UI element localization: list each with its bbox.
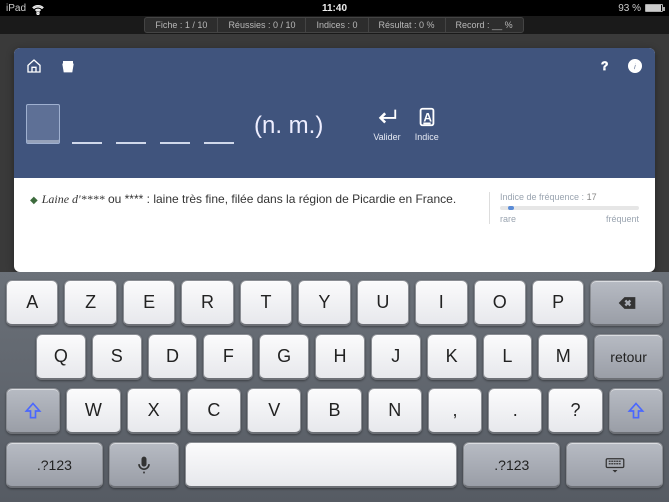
letter-tile[interactable] bbox=[26, 104, 60, 144]
key-w[interactable]: W bbox=[66, 388, 120, 434]
key-o[interactable]: O bbox=[474, 280, 526, 326]
key-a[interactable]: A bbox=[6, 280, 58, 326]
card-body: ◆ Laine d'**** ou **** : laine très fine,… bbox=[14, 178, 655, 238]
key-b[interactable]: B bbox=[307, 388, 361, 434]
validate-label: Valider bbox=[373, 132, 400, 142]
key-m[interactable]: M bbox=[538, 334, 588, 380]
key-j[interactable]: J bbox=[371, 334, 421, 380]
key-l[interactable]: L bbox=[483, 334, 533, 380]
freq-rare: rare bbox=[500, 214, 516, 224]
score-record: Record : __ % bbox=[445, 17, 524, 33]
kbd-row-3: WXCVBN,.? bbox=[6, 388, 663, 434]
letter-blank bbox=[116, 122, 146, 144]
key-k[interactable]: K bbox=[427, 334, 477, 380]
key-z[interactable]: Z bbox=[64, 280, 116, 326]
score-fiche: Fiche : 1 / 10 bbox=[144, 17, 218, 33]
shift-icon bbox=[23, 401, 43, 421]
score-reussies: Réussies : 0 / 10 bbox=[217, 17, 306, 33]
help-icon[interactable]: ? bbox=[597, 58, 613, 74]
validate-button[interactable]: Valider bbox=[373, 106, 400, 142]
kbd-row-4: .?123 .?123 bbox=[6, 442, 663, 488]
frequency-panel: Indice de fréquence : 17 rare fréquent bbox=[489, 192, 639, 224]
space-key[interactable] bbox=[185, 442, 458, 488]
def-mask: **** bbox=[125, 192, 144, 206]
freq-frequent: fréquent bbox=[606, 214, 639, 224]
svg-text:?: ? bbox=[601, 59, 608, 73]
score-indices: Indices : 0 bbox=[305, 17, 368, 33]
key-h[interactable]: H bbox=[315, 334, 365, 380]
info-icon[interactable]: i bbox=[627, 58, 643, 74]
key-y[interactable]: Y bbox=[298, 280, 350, 326]
enter-icon bbox=[376, 106, 398, 128]
key-?[interactable]: ? bbox=[548, 388, 602, 434]
shift-icon bbox=[626, 401, 646, 421]
dictation-key[interactable] bbox=[109, 442, 179, 488]
svg-text:A: A bbox=[423, 111, 432, 125]
key-.[interactable]: . bbox=[488, 388, 542, 434]
bullet-icon: ◆ bbox=[30, 195, 38, 206]
battery-pct: 93 % bbox=[618, 3, 641, 14]
deck-icon[interactable] bbox=[60, 58, 76, 74]
key-x[interactable]: X bbox=[127, 388, 181, 434]
dismiss-keyboard-key[interactable] bbox=[566, 442, 663, 488]
hint-label: Indice bbox=[415, 132, 439, 142]
dismiss-keyboard-icon bbox=[605, 455, 625, 475]
key-,[interactable]: , bbox=[428, 388, 482, 434]
key-s[interactable]: S bbox=[92, 334, 142, 380]
numeric-key-left[interactable]: .?123 bbox=[6, 442, 103, 488]
freq-title: Indice de fréquence : bbox=[500, 192, 584, 202]
shift-key-right[interactable] bbox=[609, 388, 663, 434]
mic-icon bbox=[134, 455, 154, 475]
wifi-icon bbox=[30, 0, 46, 16]
home-icon[interactable] bbox=[26, 58, 42, 74]
letter-blank bbox=[160, 122, 190, 144]
backspace-key[interactable] bbox=[590, 280, 663, 326]
ios-status-bar: iPad 11:40 93 % bbox=[0, 0, 669, 16]
freq-value: 17 bbox=[587, 192, 597, 202]
key-q[interactable]: Q bbox=[36, 334, 86, 380]
return-key[interactable]: retour bbox=[594, 334, 663, 380]
key-f[interactable]: F bbox=[203, 334, 253, 380]
key-r[interactable]: R bbox=[181, 280, 233, 326]
def-prefix: Laine d'**** bbox=[42, 192, 105, 206]
key-i[interactable]: I bbox=[415, 280, 467, 326]
key-p[interactable]: P bbox=[532, 280, 584, 326]
key-g[interactable]: G bbox=[259, 334, 309, 380]
clock: 11:40 bbox=[322, 3, 347, 14]
word-row: (n. m.) Valider A Indice bbox=[26, 104, 643, 144]
definition: ◆ Laine d'**** ou **** : laine très fine,… bbox=[30, 192, 479, 224]
hint-icon: A bbox=[416, 106, 438, 128]
keyboard: AZERTYUIOP QSDFGHJKLMretour WXCVBN,.? .?… bbox=[0, 272, 669, 502]
shift-key-left[interactable] bbox=[6, 388, 60, 434]
stage: ? i (n. m.) Valider A I bbox=[0, 34, 669, 272]
hint-button[interactable]: A Indice bbox=[415, 106, 439, 142]
def-rest: : laine très fine, filée dans la région … bbox=[143, 192, 456, 206]
key-n[interactable]: N bbox=[368, 388, 422, 434]
backspace-icon bbox=[617, 293, 637, 313]
part-of-speech: (n. m.) bbox=[254, 112, 323, 140]
card-header: ? i (n. m.) Valider A I bbox=[14, 48, 655, 178]
flashcard: ? i (n. m.) Valider A I bbox=[14, 48, 655, 272]
key-e[interactable]: E bbox=[123, 280, 175, 326]
kbd-row-1: AZERTYUIOP bbox=[6, 280, 663, 326]
score-bar: Fiche : 1 / 10 Réussies : 0 / 10 Indices… bbox=[0, 16, 669, 34]
key-u[interactable]: U bbox=[357, 280, 409, 326]
key-d[interactable]: D bbox=[148, 334, 198, 380]
key-v[interactable]: V bbox=[247, 388, 301, 434]
freq-bar bbox=[500, 206, 639, 210]
numeric-key-right[interactable]: .?123 bbox=[463, 442, 560, 488]
def-middle: ou bbox=[105, 192, 125, 206]
battery-icon bbox=[645, 4, 663, 12]
kbd-row-2: QSDFGHJKLMretour bbox=[6, 334, 663, 380]
letter-blank bbox=[204, 122, 234, 144]
score-resultat: Résultat : 0 % bbox=[368, 17, 446, 33]
svg-text:i: i bbox=[634, 61, 637, 71]
device-label: iPad bbox=[6, 3, 26, 14]
key-c[interactable]: C bbox=[187, 388, 241, 434]
key-t[interactable]: T bbox=[240, 280, 292, 326]
letter-blank bbox=[72, 122, 102, 144]
